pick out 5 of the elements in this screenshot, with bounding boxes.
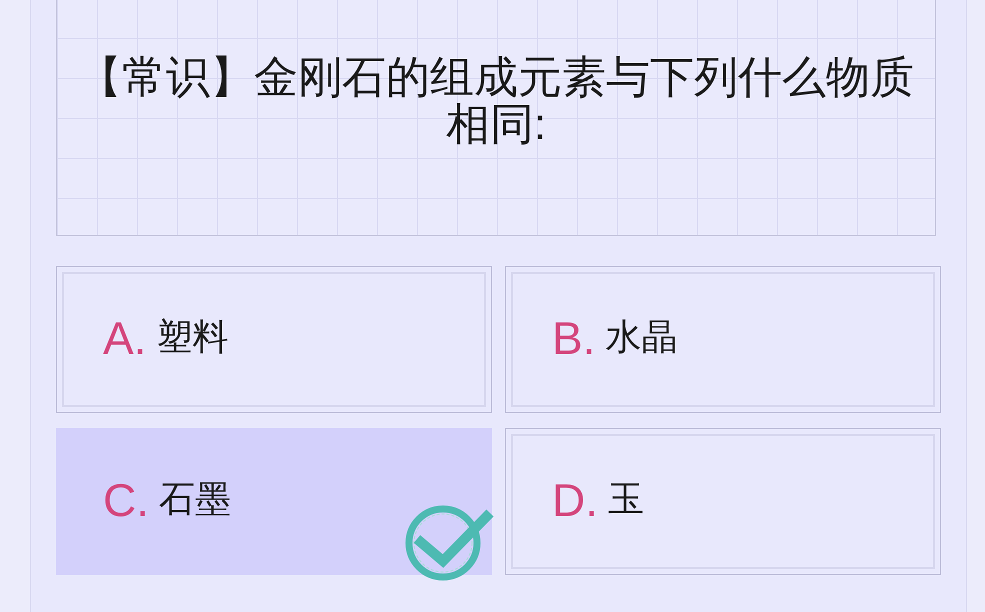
answer-option[interactable]: C. 石墨 [56,428,492,575]
answer-option[interactable]: D. 玉 [505,428,941,575]
answer-option[interactable]: A. 塑料 [56,266,492,413]
answer-option[interactable]: B. 水晶 [505,266,941,413]
question-text: 【常识】金刚石的组成元素与下列什么物质相同: [77,54,915,148]
